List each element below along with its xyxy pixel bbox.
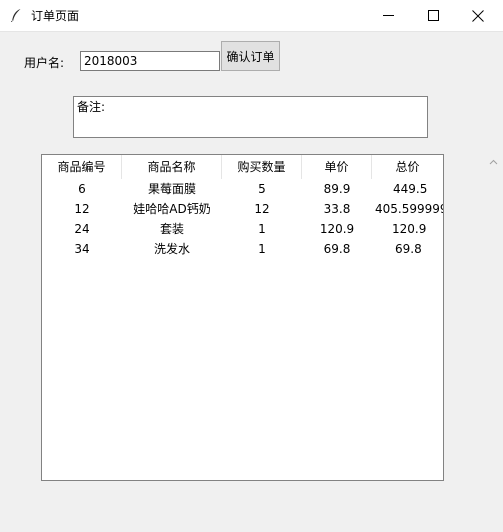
maximize-button[interactable] (410, 0, 456, 31)
cell-item-id: 6 (78, 182, 86, 196)
column-header-total[interactable]: 总价 (372, 155, 443, 179)
remark-textarea[interactable]: 备注: (73, 96, 428, 138)
cell-quantity: 1 (258, 242, 266, 256)
cell-item-name: 洗发水 (153, 242, 190, 256)
column-header-item-id[interactable]: 商品编号 (42, 155, 122, 179)
scroll-up-icon[interactable] (488, 157, 499, 168)
order-table[interactable]: 商品编号 商品名称 购买数量 单价 总价 6 果莓面膜 5 89.9 449.5… (41, 154, 444, 481)
cell-item-id: 24 (74, 222, 90, 236)
cell-quantity: 1 (258, 222, 266, 236)
cell-total: 405.599999 (375, 202, 443, 216)
column-header-item-name[interactable]: 商品名称 (122, 155, 222, 179)
cell-item-id: 34 (74, 242, 90, 256)
close-icon (472, 9, 484, 22)
cell-item-id: 12 (74, 202, 90, 216)
username-input[interactable] (80, 51, 220, 71)
cell-unit-price: 69.8 (323, 242, 351, 256)
cell-total: 449.5 (393, 182, 428, 196)
username-label: 用户名: (24, 56, 65, 70)
cell-unit-price: 33.8 (323, 202, 351, 216)
table-row[interactable]: 24 套装 1 120.9 120.9 (42, 219, 443, 239)
cell-unit-price: 89.9 (323, 182, 351, 196)
cell-item-name: 果莓面膜 (147, 182, 196, 196)
cell-item-name: 套装 (159, 222, 184, 236)
cell-quantity: 12 (254, 202, 270, 216)
table-row[interactable]: 12 娃哈哈AD钙奶 12 33.8 405.599999 (42, 199, 443, 219)
window-title: 订单页面 (31, 9, 80, 23)
cell-total: 120.9 (392, 222, 427, 236)
minimize-icon (382, 15, 394, 16)
close-button[interactable] (455, 0, 501, 31)
table-header: 商品编号 商品名称 购买数量 单价 总价 (42, 155, 443, 179)
vertical-scrollbar[interactable] (485, 154, 502, 532)
minimize-button[interactable] (365, 0, 411, 31)
table-row[interactable]: 34 洗发水 1 69.8 69.8 (42, 239, 443, 259)
maximize-icon (427, 10, 439, 21)
title-bar[interactable]: 订单页面 (0, 0, 503, 32)
cell-quantity: 5 (258, 182, 266, 196)
cell-item-name: 娃哈哈AD钙奶 (133, 202, 211, 216)
table-row[interactable]: 6 果莓面膜 5 89.9 449.5 (42, 179, 443, 199)
confirm-order-button[interactable]: 确认订单 (221, 41, 280, 71)
cell-unit-price: 120.9 (319, 222, 355, 236)
column-header-quantity[interactable]: 购买数量 (222, 155, 302, 179)
feather-icon (11, 9, 21, 22)
order-window: 订单页面 用户名: 确认订单 备注: 商品编号 商品名称 购买数量 单价 总 (0, 0, 503, 532)
column-header-unit-price[interactable]: 单价 (302, 155, 372, 179)
cell-total: 69.8 (395, 242, 422, 256)
